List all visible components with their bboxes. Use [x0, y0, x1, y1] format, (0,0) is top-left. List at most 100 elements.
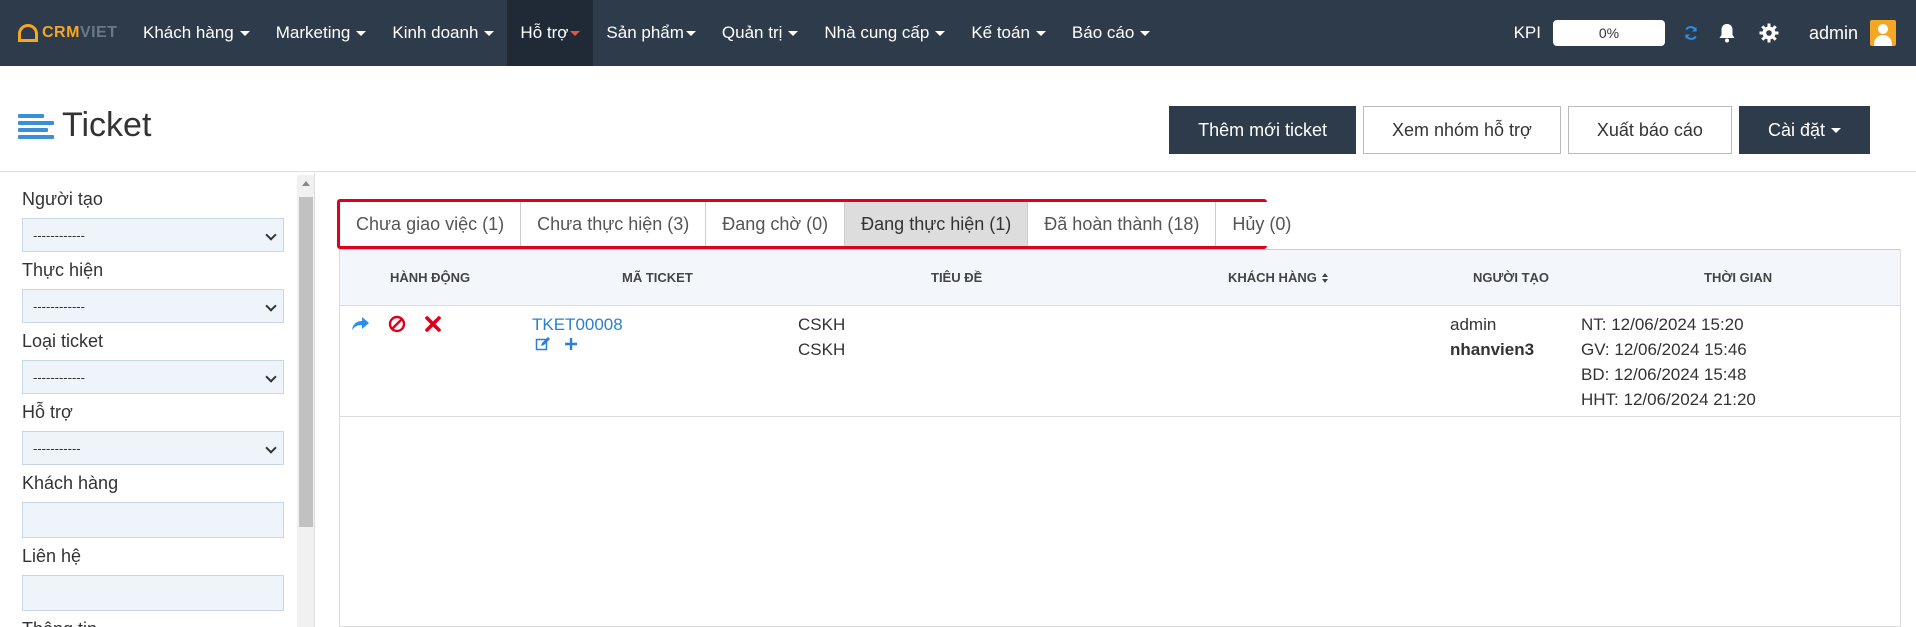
caret-down-icon: [570, 30, 581, 36]
refresh-icon[interactable]: [1681, 23, 1701, 43]
nav-item-ho-tro[interactable]: Hỗ trợ: [507, 0, 594, 66]
nav-item-kinh-doanh[interactable]: Kinh doanh: [379, 0, 507, 66]
chevron-down-icon: [265, 300, 277, 312]
nav-item-khach-hang[interactable]: Khách hàng: [130, 0, 263, 66]
col-code: MÃ TICKET: [622, 270, 693, 285]
ban-icon[interactable]: [387, 314, 407, 334]
caret-down-icon: [1035, 30, 1046, 36]
tab-completed[interactable]: Đã hoàn thành (18): [1028, 202, 1217, 246]
nav-item-quan-tri[interactable]: Quản trị: [709, 0, 811, 66]
scroll-up-arrow-icon[interactable]: [302, 181, 310, 186]
tab-cancelled[interactable]: Hủy (0): [1216, 202, 1308, 246]
col-customer[interactable]: KHÁCH HÀNG: [1228, 270, 1328, 285]
time-started: BD: 12/06/2024 15:48: [1581, 365, 1747, 384]
nav-item-bao-cao[interactable]: Báo cáo: [1059, 0, 1163, 66]
filter-support-select[interactable]: -----------: [22, 431, 284, 465]
filter-more-label: Thông tin: [22, 619, 97, 627]
nav-item-label: Kinh doanh: [392, 23, 479, 42]
nav-item-label: Marketing: [275, 23, 351, 42]
edit-icon[interactable]: [535, 336, 551, 352]
time-created: NT: 12/06/2024 15:20: [1581, 315, 1744, 334]
filter-support-label: Hỗ trợ: [22, 402, 73, 422]
page-header: Ticket Thêm mới ticket Xem nhóm hỗ trợ X…: [0, 66, 1916, 172]
nav-item-label: Quản trị: [721, 23, 783, 42]
title-wrap: Ticket: [18, 106, 151, 145]
caret-down-icon: [788, 30, 799, 36]
caret-down-icon: [484, 30, 495, 36]
filter-customer-label: Khách hàng: [22, 473, 119, 493]
header-actions: Thêm mới ticket Xem nhóm hỗ trợ Xuất báo…: [1169, 106, 1870, 154]
col-actions: HÀNH ĐỘNG: [390, 270, 471, 285]
ticket-title-line-2: CSKH: [798, 340, 846, 359]
nav-right-tools: KPI 0% admin: [1514, 0, 1916, 66]
nav-item-nha-cung-cap[interactable]: Nhà cung cấp: [811, 0, 958, 66]
select-value: ------------: [33, 227, 85, 243]
scroll-thumb[interactable]: [299, 197, 313, 527]
col-time: THỜI GIAN: [1704, 270, 1773, 285]
add-icon[interactable]: [563, 336, 579, 352]
ticket-title-line-1: CSKH: [798, 315, 846, 334]
nav-item-label: Khách hàng: [143, 23, 234, 42]
add-ticket-button[interactable]: Thêm mới ticket: [1169, 106, 1356, 154]
settings-dropdown-button[interactable]: Cài đặt: [1738, 106, 1870, 154]
tab-unassigned[interactable]: Chưa giao việc (1): [340, 202, 522, 246]
ticket-table: HÀNH ĐỘNG MÃ TICKET TIÊU ĐỀ KHÁCH HÀNG N…: [339, 249, 1901, 627]
select-value: ------------: [33, 298, 85, 314]
sort-icon: [1321, 273, 1328, 283]
chevron-down-icon: [265, 229, 277, 241]
caret-down-icon: [356, 30, 367, 36]
tab-not-started[interactable]: Chưa thực hiện (3): [521, 202, 707, 246]
caret-down-icon: [1831, 127, 1841, 133]
filter-sidebar: Người tạo ------------ Thực hiện -------…: [0, 173, 315, 627]
user-avatar-icon[interactable]: [1870, 20, 1896, 46]
nav-item-marketing[interactable]: Marketing: [263, 0, 380, 66]
filter-type-select[interactable]: ------------: [22, 360, 284, 394]
kpi-label: KPI: [1513, 23, 1541, 42]
table-row: TKET00008 CSKH CSKH admin nhanvien3 NT: …: [340, 306, 1900, 417]
view-support-groups-button[interactable]: Xem nhóm hỗ trợ: [1362, 106, 1561, 154]
nav-item-label: Kế toán: [971, 23, 1030, 42]
time-assigned: GV: 12/06/2024 15:46: [1581, 340, 1747, 359]
sidebar-scrollbar[interactable]: [297, 175, 314, 627]
filter-customer-input[interactable]: [22, 502, 284, 538]
delete-icon[interactable]: [423, 314, 443, 334]
page-title: Ticket: [62, 106, 152, 144]
top-navbar: CRM VIET Khách hàng Marketing Kinh doanh…: [0, 0, 1916, 66]
main-menu: Khách hàng Marketing Kinh doanh Hỗ trợ S…: [130, 0, 1163, 66]
logo-crm-text: CRM: [42, 24, 80, 41]
select-value: -----------: [33, 440, 81, 456]
logo-viet-text: VIET: [79, 24, 118, 41]
nav-item-san-pham[interactable]: Sản phẩm: [593, 0, 709, 66]
tab-in-progress[interactable]: Đang thực hiện (1): [845, 202, 1029, 246]
kpi-progress: 0%: [1552, 20, 1665, 46]
ticket-creator: admin: [1450, 315, 1497, 334]
status-tabs: Chưa giao việc (1) Chưa thực hiện (3) Đa…: [340, 202, 1308, 246]
logo-mark-icon: [18, 24, 38, 42]
user-name[interactable]: admin: [1809, 23, 1858, 44]
select-value: ------------: [33, 369, 85, 385]
nav-item-label: Nhà cung cấp: [824, 23, 930, 42]
ticket-code-link[interactable]: TKET00008: [532, 312, 623, 337]
tab-waiting[interactable]: Đang chờ (0): [706, 202, 846, 246]
export-report-button[interactable]: Xuất báo cáo: [1567, 106, 1732, 154]
caret-down-icon: [685, 30, 696, 36]
chevron-down-icon: [265, 442, 277, 454]
caret-down-icon: [935, 30, 946, 36]
caret-down-icon: [1140, 30, 1151, 36]
bell-icon[interactable]: [1717, 23, 1737, 43]
forward-icon[interactable]: [350, 314, 370, 334]
nav-item-ke-toan[interactable]: Kế toán: [958, 0, 1059, 66]
nav-item-label: Hỗ trợ: [520, 23, 569, 42]
col-customer-label: KHÁCH HÀNG: [1228, 270, 1317, 285]
gear-icon[interactable]: [1759, 23, 1779, 43]
col-creator: NGƯỜI TẠO: [1473, 270, 1550, 285]
filter-assignee-select[interactable]: ------------: [22, 289, 284, 323]
col-title: TIÊU ĐỀ: [931, 270, 983, 285]
filter-contact-input[interactable]: [22, 575, 284, 611]
settings-label: Cài đặt: [1767, 119, 1825, 140]
caret-down-icon: [239, 30, 250, 36]
filter-assignee-label: Thực hiện: [22, 260, 104, 280]
filter-contact-label: Liên hệ: [22, 546, 82, 566]
filter-creator-select[interactable]: ------------: [22, 218, 284, 252]
app-logo[interactable]: CRM VIET: [18, 0, 130, 66]
